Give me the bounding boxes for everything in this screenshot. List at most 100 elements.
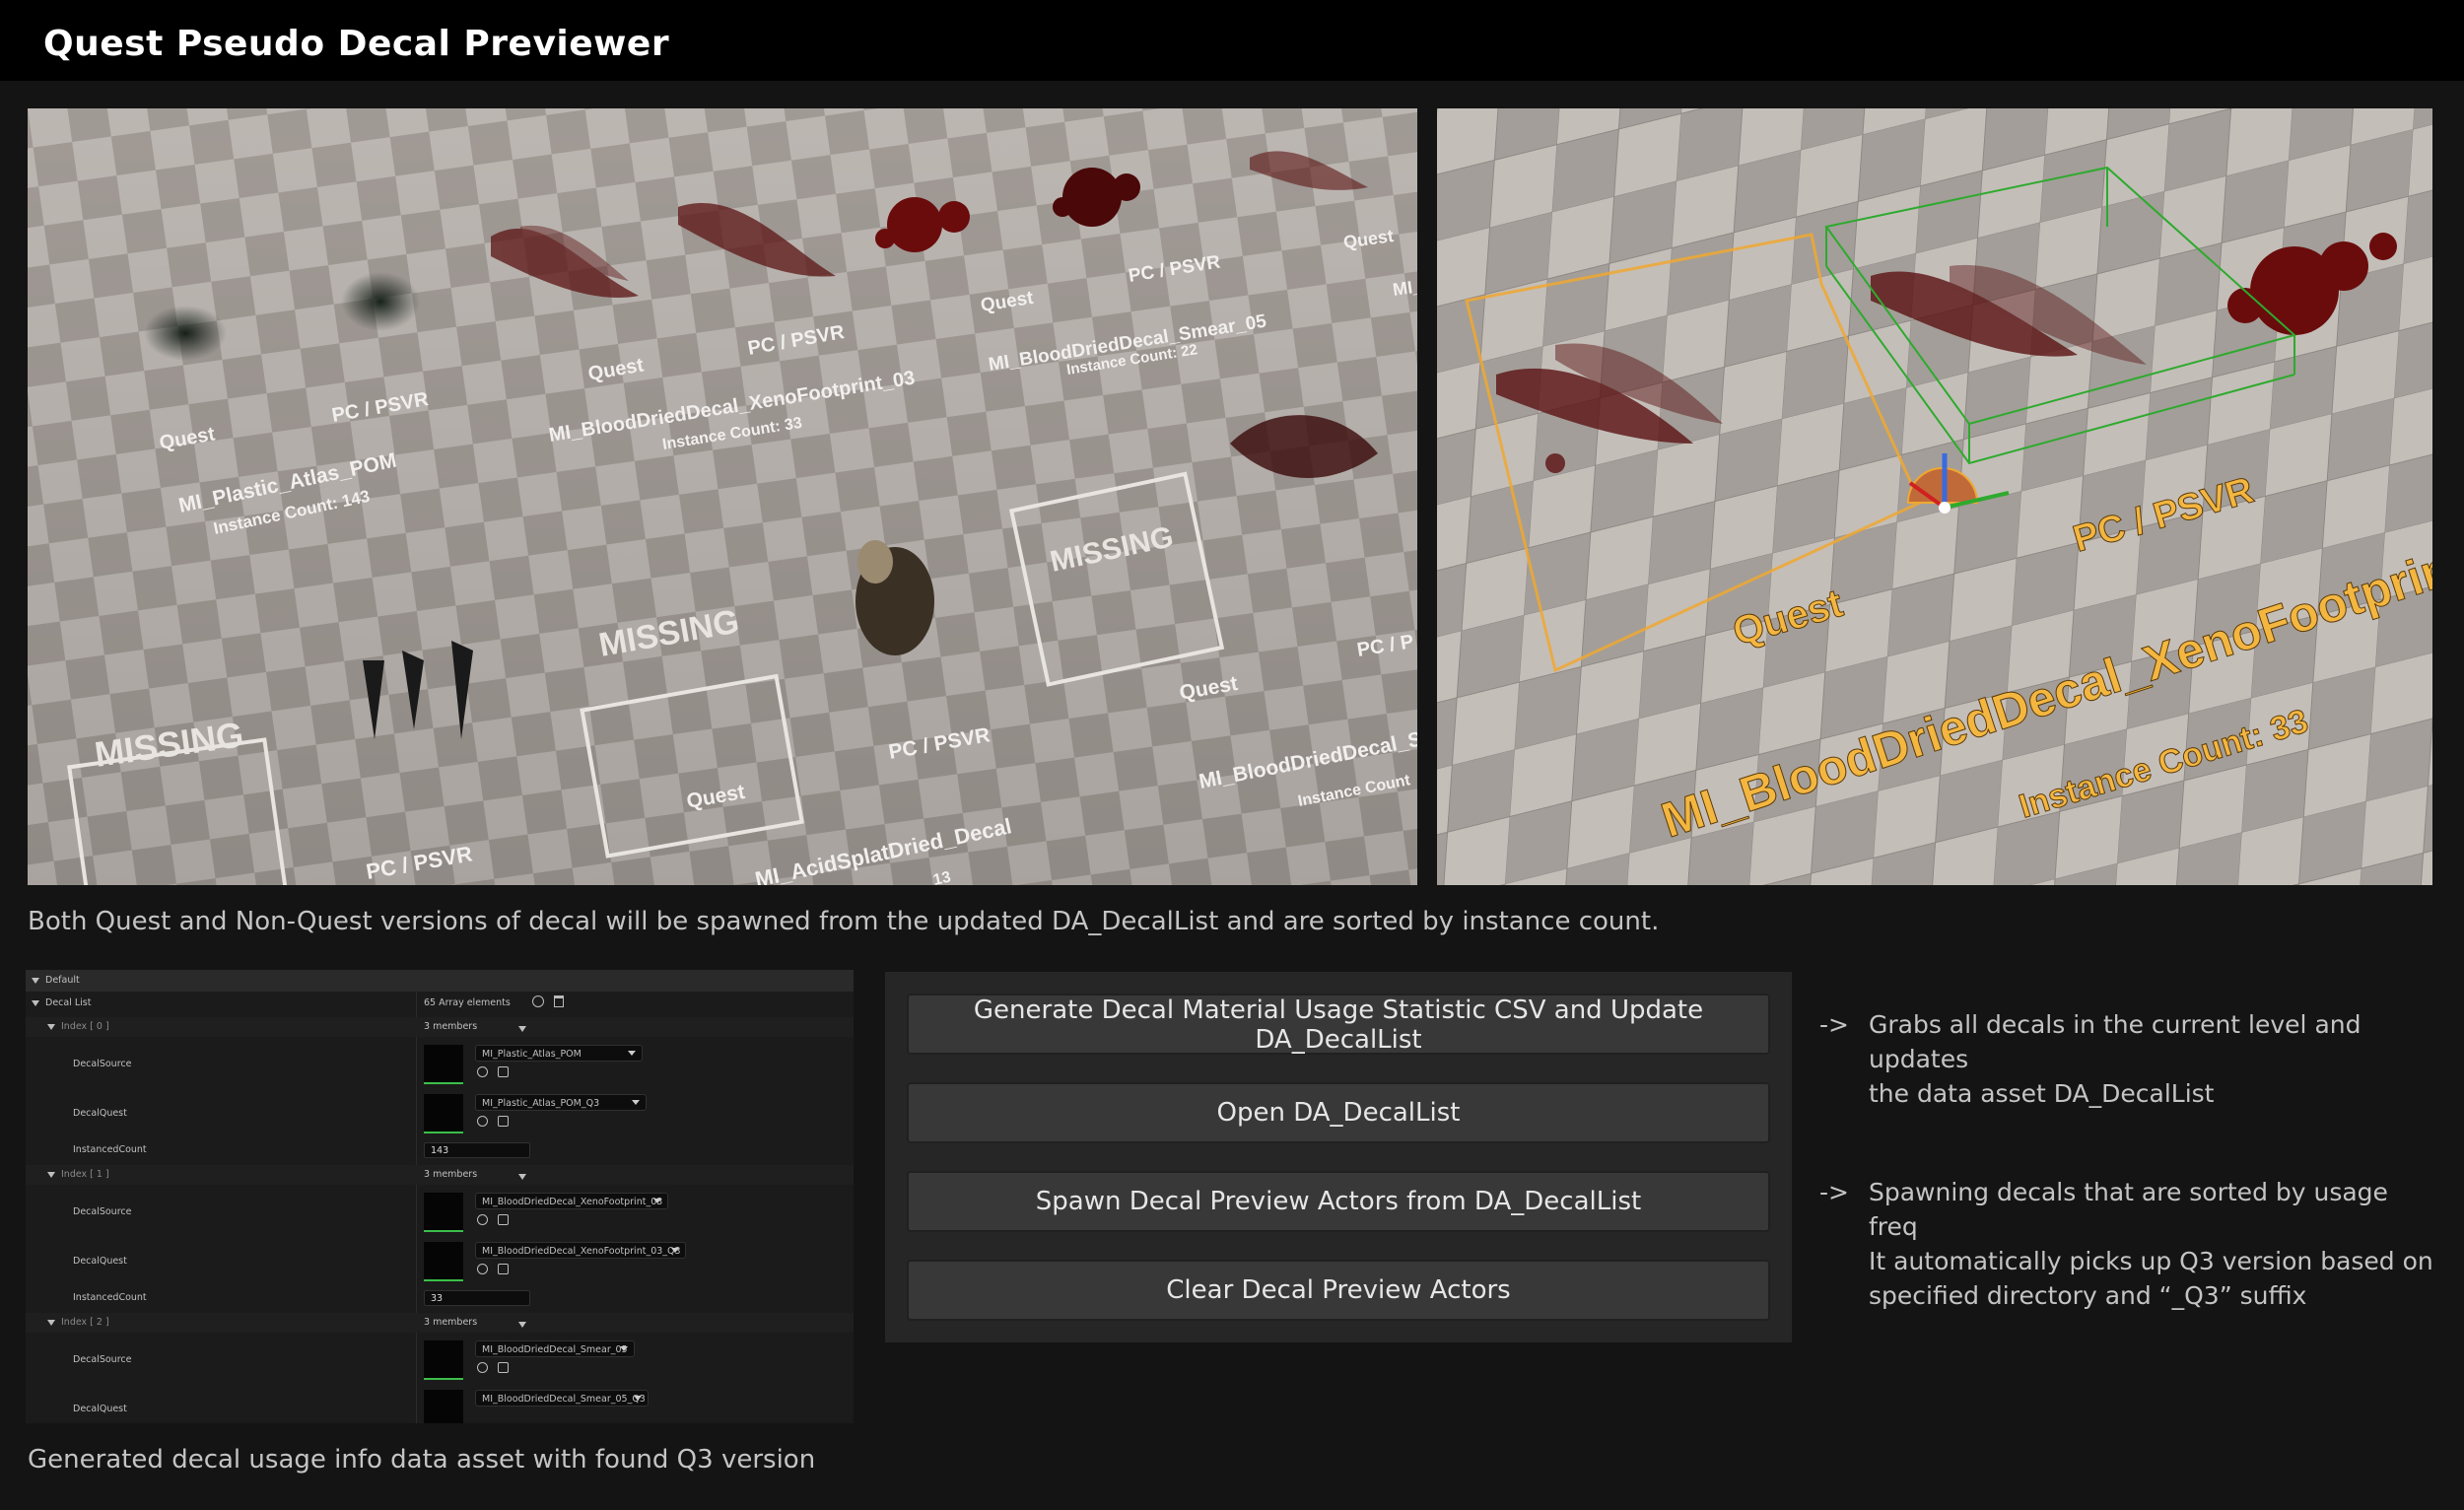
chevron-down-icon xyxy=(653,1199,661,1203)
add-element-icon[interactable] xyxy=(532,995,544,1007)
open-decal-list-button[interactable]: Open DA_DecalList xyxy=(907,1082,1770,1143)
decal-source-row: DecalSource MI_BloodDriedDecal_Smear_05 xyxy=(26,1335,854,1384)
folder-icon[interactable] xyxy=(498,1362,509,1373)
title-bar: Quest Pseudo Decal Previewer xyxy=(0,0,2464,81)
chevron-down-icon[interactable] xyxy=(32,977,39,984)
decal-source-picker[interactable]: MI_BloodDriedDecal_XenoFootprint_03 xyxy=(475,1193,668,1209)
chevron-down-icon xyxy=(634,1396,642,1401)
chevron-down-icon[interactable] xyxy=(47,1023,55,1030)
note-spawn: -> Spawning decals that are sorted by us… xyxy=(1819,1175,2450,1310)
chevron-down-icon[interactable] xyxy=(47,1171,55,1178)
decal-source-label: DecalSource xyxy=(73,1206,132,1217)
asset-actions xyxy=(477,1264,518,1279)
asset-actions xyxy=(477,1066,518,1082)
note-spawn-line2: It automatically picks up Q3 version bas… xyxy=(1869,1247,2433,1275)
instanced-count-row: InstancedCount 33 xyxy=(26,1287,854,1309)
generate-csv-button[interactable]: Generate Decal Material Usage Statistic … xyxy=(907,994,1770,1055)
index-label: Index [ 0 ] xyxy=(61,1021,109,1032)
decal-quest-picker[interactable]: MI_Plastic_Atlas_POM_Q3 xyxy=(475,1094,647,1111)
decal-quest-picker[interactable]: MI_BloodDriedDecal_XenoFootprint_03_Q3 xyxy=(475,1242,686,1259)
note-generate: -> Grabs all decals in the current level… xyxy=(1819,1007,2450,1108)
chevron-down-icon[interactable] xyxy=(47,1319,55,1326)
folder-icon[interactable] xyxy=(498,1214,509,1225)
decal-soot-1 xyxy=(144,306,227,361)
chevron-down-icon xyxy=(671,1248,679,1253)
decal-source-label: DecalSource xyxy=(73,1354,132,1365)
spawn-preview-actors-button[interactable]: Spawn Decal Preview Actors from DA_Decal… xyxy=(907,1171,1770,1232)
instanced-count-field[interactable]: 143 xyxy=(424,1142,530,1158)
index-label: Index [ 1 ] xyxy=(61,1169,109,1180)
category-header[interactable]: Default xyxy=(26,970,854,992)
note-generate-line2: the data asset DA_DecalList xyxy=(1869,1079,2215,1108)
details-panel[interactable]: Default Decal List 65 Array elements Ind… xyxy=(26,970,854,1423)
arrow-icon: -> xyxy=(1819,1010,1849,1039)
decal-source-row: DecalSource MI_BloodDriedDecal_XenoFootp… xyxy=(26,1187,854,1236)
instanced-count-field[interactable]: 33 xyxy=(424,1290,530,1306)
instanced-count-row: InstancedCount 143 xyxy=(26,1139,854,1161)
trash-icon[interactable] xyxy=(554,995,564,1007)
members-count: 3 members xyxy=(424,1021,478,1032)
instanced-count-label: InstancedCount xyxy=(73,1292,147,1303)
asset-actions xyxy=(477,1116,518,1132)
browse-icon[interactable] xyxy=(477,1214,488,1225)
decal-source-picker[interactable]: MI_Plastic_Atlas_POM xyxy=(475,1045,643,1062)
decal-soot-2 xyxy=(341,272,420,331)
chevron-down-icon[interactable] xyxy=(518,1173,526,1180)
material-thumbnail[interactable] xyxy=(424,1340,463,1380)
instanced-count-label: InstancedCount xyxy=(73,1144,147,1155)
chevron-down-icon[interactable] xyxy=(32,999,39,1006)
asset-actions xyxy=(477,1214,518,1230)
members-count: 3 members xyxy=(424,1169,478,1180)
browse-icon[interactable] xyxy=(477,1066,488,1077)
folder-icon[interactable] xyxy=(498,1264,509,1274)
array-index-1[interactable]: Index [ 1 ] 3 members xyxy=(26,1165,854,1185)
material-thumbnail[interactable] xyxy=(424,1045,463,1084)
caption-viewports: Both Quest and Non-Quest versions of dec… xyxy=(28,907,1660,936)
array-index-0[interactable]: Index [ 0 ] 3 members xyxy=(26,1017,854,1037)
array-index-2[interactable]: Index [ 2 ] 3 members xyxy=(26,1313,854,1333)
folder-icon[interactable] xyxy=(498,1066,509,1077)
viewport-left-scene: Quest PC / PSVR MI_Plastic_Atlas_POM Ins… xyxy=(28,108,1417,885)
viewport-right-scene: Quest PC / PSVR MI_BloodDriedDecal_XenoF… xyxy=(1437,108,2432,885)
decal-quest-row: DecalQuest MI_Plastic_Atlas_POM_Q3 xyxy=(26,1088,854,1137)
decal-list-label: Decal List xyxy=(45,997,92,1008)
browse-icon[interactable] xyxy=(477,1116,488,1127)
decal-source-row: DecalSource MI_Plastic_Atlas_POM xyxy=(26,1039,854,1088)
decal-quest-picker[interactable]: MI_BloodDriedDecal_Smear_05_Q3 xyxy=(475,1390,649,1407)
label-count-bottom: 13 xyxy=(931,869,952,885)
viewport-right[interactable]: Quest PC / PSVR MI_BloodDriedDecal_XenoF… xyxy=(1437,108,2432,885)
members-count: 3 members xyxy=(424,1317,478,1328)
caption-details: Generated decal usage info data asset wi… xyxy=(28,1445,816,1475)
browse-icon[interactable] xyxy=(477,1264,488,1274)
chevron-down-icon xyxy=(632,1100,640,1105)
material-thumbnail[interactable] xyxy=(424,1390,463,1423)
decal-quest-row: DecalQuest MI_BloodDriedDecal_Smear_05_Q… xyxy=(26,1384,854,1423)
note-generate-line1: Grabs all decals in the current level an… xyxy=(1869,1010,2361,1073)
material-thumbnail[interactable] xyxy=(424,1242,463,1281)
page-title: Quest Pseudo Decal Previewer xyxy=(43,24,670,64)
decal-quest-row: DecalQuest MI_BloodDriedDecal_XenoFootpr… xyxy=(26,1236,854,1285)
decal-list-row: Decal List 65 Array elements xyxy=(26,994,854,1015)
note-spawn-line1: Spawning decals that are sorted by usage… xyxy=(1869,1178,2388,1241)
chevron-down-icon[interactable] xyxy=(518,1025,526,1032)
decal-quest-label: DecalQuest xyxy=(73,1256,127,1267)
tool-button-panel: Generate Decal Material Usage Statistic … xyxy=(885,972,1792,1342)
chevron-down-icon xyxy=(628,1051,636,1056)
browse-icon[interactable] xyxy=(477,1362,488,1373)
clear-preview-actors-button[interactable]: Clear Decal Preview Actors xyxy=(907,1260,1770,1321)
chevron-down-icon xyxy=(620,1346,628,1351)
folder-icon[interactable] xyxy=(498,1116,509,1127)
asset-actions xyxy=(477,1362,518,1378)
decal-source-picker[interactable]: MI_BloodDriedDecal_Smear_05 xyxy=(475,1340,635,1357)
viewport-left[interactable]: Quest PC / PSVR MI_Plastic_Atlas_POM Ins… xyxy=(28,108,1417,885)
note-spawn-line3: specified directory and “_Q3” suffix xyxy=(1869,1281,2307,1310)
index-label: Index [ 2 ] xyxy=(61,1317,109,1328)
chevron-down-icon[interactable] xyxy=(518,1321,526,1328)
material-thumbnail[interactable] xyxy=(424,1193,463,1232)
material-thumbnail[interactable] xyxy=(424,1094,463,1133)
decal-quest-label: DecalQuest xyxy=(73,1108,127,1119)
decal-list-count: 65 Array elements xyxy=(424,997,511,1008)
category-label: Default xyxy=(45,975,80,986)
label-mi-cut: MI_ xyxy=(1392,276,1417,300)
decal-source-label: DecalSource xyxy=(73,1059,132,1069)
